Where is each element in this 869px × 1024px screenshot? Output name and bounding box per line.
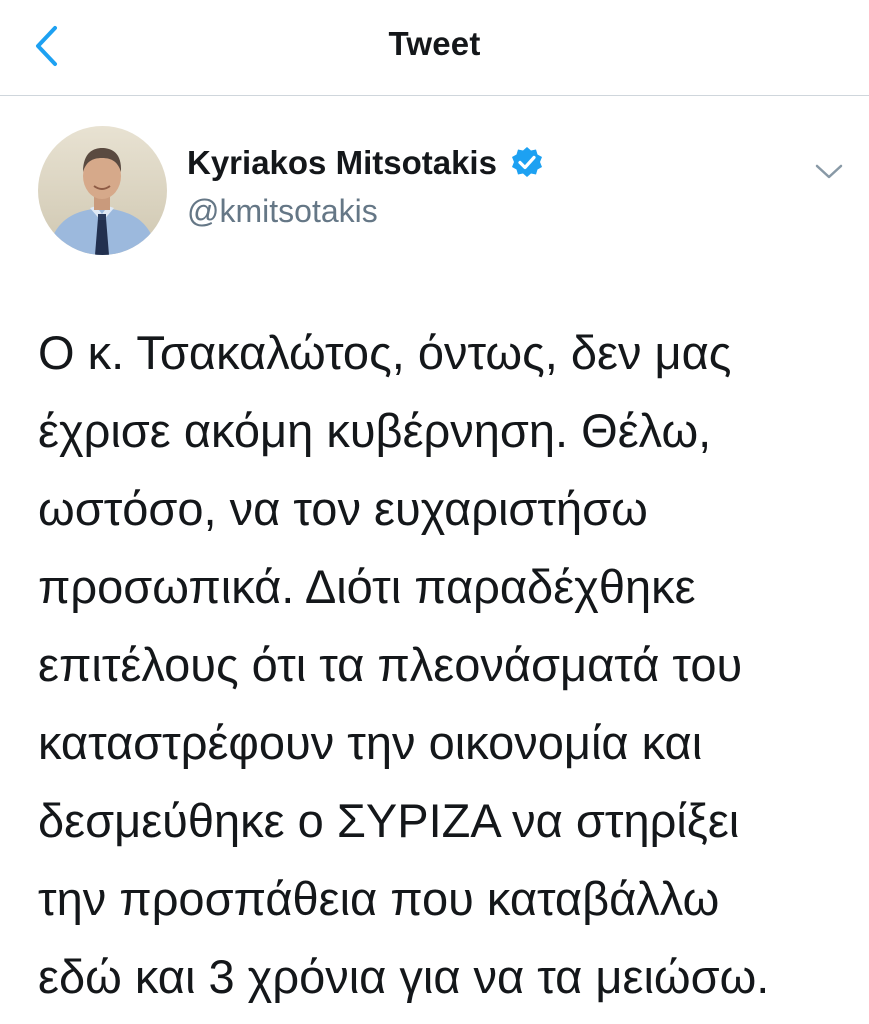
tweet-header: Kyriakos Mitsotakis @kmitsotakis [0,96,869,286]
avatar-image [38,126,167,255]
tweet-text-line: την προσπάθεια που καταβάλλω [38,872,720,925]
page-title: Tweet [388,25,481,62]
tweet-text-line: Ο κ. Τσακαλώτος, όντως, δεν μας [38,326,732,379]
tweet-text-line: επιτέλους ότι τα πλεονάσματά του [38,638,743,691]
avatar[interactable] [38,126,167,255]
author-handle[interactable]: @kmitsotakis [187,193,378,230]
tweet-text-line: εδώ και 3 χρόνια για να τα μειώσω. [38,950,770,1003]
tweet-text-line: έχρισε ακόμη κυβέρνηση. Θέλω, [38,404,712,457]
verified-badge-icon [511,147,542,177]
author-name-text: Kyriakos Mitsotakis [187,144,497,181]
author-name[interactable]: Kyriakos Mitsotakis [187,144,545,182]
tweet-text-line: καταστρέφουν την οικονομία και [38,716,703,769]
tweet-text-line: προσωπικά. Διότι παραδέχθηκε [38,560,696,613]
nav-bar: Tweet [0,0,869,96]
tweet-text: Ο κ. Τσακαλώτος, όντως, δεν μας έχρισε α… [38,314,848,1016]
more-options-button[interactable] [809,152,849,192]
chevron-down-icon [815,164,843,179]
tweet-text-line: ωστόσο, να τον ευχαριστήσω [38,482,648,535]
tweet-text-line: δεσμεύθηκε ο ΣΥΡΙΖΑ να στηρίξει [38,794,740,847]
